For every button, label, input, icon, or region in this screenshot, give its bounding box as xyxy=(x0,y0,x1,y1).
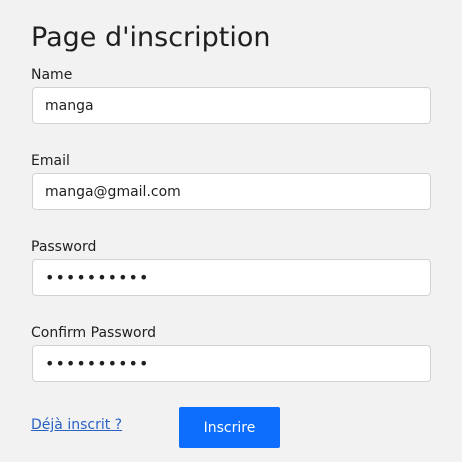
page-title: Page d'inscription xyxy=(31,22,271,53)
already-registered-link[interactable]: Déjà inscrit ? xyxy=(31,417,122,433)
registration-panel: Page d'inscription Name Email Password C… xyxy=(0,0,462,462)
register-button[interactable]: Inscrire xyxy=(179,407,280,448)
name-label: Name xyxy=(31,67,73,83)
name-input[interactable] xyxy=(32,87,431,124)
email-label: Email xyxy=(31,153,70,169)
password-input[interactable] xyxy=(32,259,431,296)
password-label: Password xyxy=(31,239,97,255)
email-input[interactable] xyxy=(32,173,431,210)
confirm-password-label: Confirm Password xyxy=(31,325,157,341)
confirm-password-input[interactable] xyxy=(32,345,431,382)
